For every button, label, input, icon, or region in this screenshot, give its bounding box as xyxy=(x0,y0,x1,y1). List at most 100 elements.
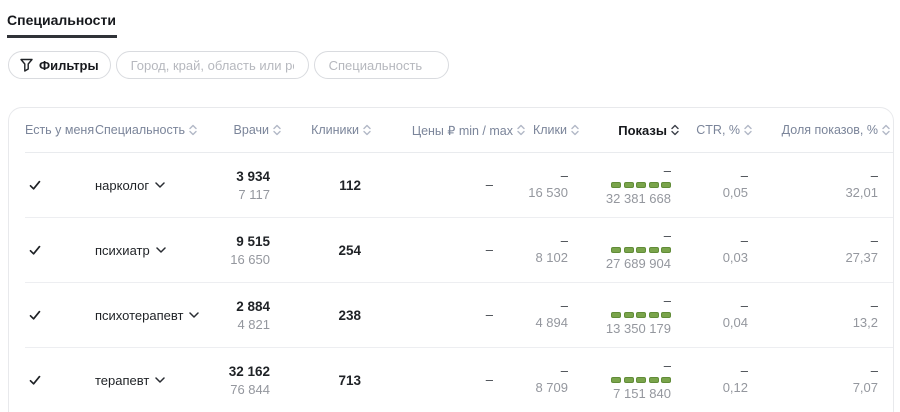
specialty-cell[interactable]: психотерапевт xyxy=(95,308,221,323)
have-cell[interactable] xyxy=(25,309,95,321)
filters-button-label: Фильтры xyxy=(39,58,99,73)
specialty-cell[interactable]: психиатр xyxy=(95,243,221,258)
check-icon xyxy=(29,374,41,386)
sort-chevrons-icon[interactable] xyxy=(743,123,753,137)
chevron-down-icon xyxy=(155,182,165,188)
ctr-total: 0,04 xyxy=(680,314,748,332)
impressions-total: 13 350 179 xyxy=(580,320,671,338)
column-header-price[interactable]: Цены ₽ min / max xyxy=(372,123,526,138)
specialty-cell[interactable]: нарколог xyxy=(95,178,221,193)
ctr-current: – xyxy=(680,298,748,314)
ctr-current: – xyxy=(680,233,748,249)
doctors-cell: 32 162 76 844 xyxy=(221,362,282,399)
sort-chevrons-icon[interactable] xyxy=(272,123,282,137)
price-cell: – xyxy=(372,372,526,388)
sort-chevrons-icon[interactable] xyxy=(570,123,580,137)
sort-chevrons-icon[interactable] xyxy=(516,123,526,137)
clicks-cell: – 8 709 xyxy=(526,363,580,397)
table-row: нарколог 3 934 7 117 112 – – 16 530 – 32… xyxy=(25,153,893,218)
check-icon xyxy=(29,244,41,256)
have-cell[interactable] xyxy=(25,179,95,191)
impressions-current: – xyxy=(580,163,671,179)
impressions-bars xyxy=(580,182,671,188)
impressions-current: – xyxy=(580,293,671,309)
impressions-cell: – 27 689 904 xyxy=(580,228,680,273)
column-header-have: Есть у меня xyxy=(25,123,95,137)
check-icon xyxy=(29,179,41,191)
specialty-input[interactable] xyxy=(314,51,449,79)
share-current: – xyxy=(753,233,878,249)
impressions-cell: – 32 381 668 xyxy=(580,163,680,208)
ctr-total: 0,03 xyxy=(680,249,748,267)
clicks-current: – xyxy=(526,363,568,379)
clicks-total: 16 530 xyxy=(526,184,568,202)
doctors-total: 76 844 xyxy=(221,381,270,399)
doctors-total: 7 117 xyxy=(221,186,270,204)
doctors-cell: 2 884 4 821 xyxy=(221,297,282,334)
share-total: 13,2 xyxy=(753,314,878,332)
column-header-doctors[interactable]: Врачи xyxy=(221,123,282,137)
price-value: – xyxy=(372,307,493,323)
table-row: терапевт 32 162 76 844 713 – – 8 709 – 7… xyxy=(25,348,893,412)
tab-specialties[interactable]: Специальности xyxy=(7,12,117,38)
sort-chevrons-icon[interactable] xyxy=(188,123,198,137)
ctr-cell: – 0,12 xyxy=(680,363,753,397)
clinics-value: 238 xyxy=(282,306,361,325)
funnel-icon xyxy=(20,58,33,72)
price-cell: – xyxy=(372,242,526,258)
doctors-current: 32 162 xyxy=(221,362,270,381)
column-header-impressions[interactable]: Показы xyxy=(580,123,680,138)
clinics-cell: 713 xyxy=(282,371,372,390)
share-cell: – 32,01 xyxy=(753,168,891,202)
price-value: – xyxy=(372,372,493,388)
clinics-cell: 254 xyxy=(282,241,372,260)
specialty-label: терапевт xyxy=(95,373,149,388)
sort-chevrons-icon[interactable] xyxy=(670,123,680,137)
doctors-current: 9 515 xyxy=(221,232,270,251)
ctr-current: – xyxy=(680,363,748,379)
specialty-label: психиатр xyxy=(95,243,150,258)
column-header-clinics[interactable]: Клиники xyxy=(282,123,372,137)
ctr-cell: – 0,03 xyxy=(680,233,753,267)
filter-row: Фильтры xyxy=(8,51,900,79)
sort-chevrons-icon[interactable] xyxy=(362,123,372,137)
impressions-bars xyxy=(580,377,671,383)
impressions-current: – xyxy=(580,358,671,374)
doctors-total: 4 821 xyxy=(221,316,270,334)
clicks-total: 8 102 xyxy=(526,249,568,267)
table-row: психотерапевт 2 884 4 821 238 – – 4 894 … xyxy=(25,283,893,348)
specialty-label: психотерапевт xyxy=(95,308,183,323)
share-current: – xyxy=(753,168,878,184)
share-total: 7,07 xyxy=(753,379,878,397)
column-header-clicks[interactable]: Клики xyxy=(526,123,580,137)
price-cell: – xyxy=(372,307,526,323)
clicks-total: 4 894 xyxy=(526,314,568,332)
sort-chevrons-icon[interactable] xyxy=(881,123,891,137)
doctors-total: 16 650 xyxy=(221,251,270,269)
specialty-cell[interactable]: терапевт xyxy=(95,373,221,388)
filters-button[interactable]: Фильтры xyxy=(8,51,111,79)
price-value: – xyxy=(372,242,493,258)
doctors-current: 2 884 xyxy=(221,297,270,316)
region-input[interactable] xyxy=(116,51,309,79)
specialties-table-card: Есть у меня Специальность Врачи Клиники … xyxy=(8,107,894,412)
have-cell[interactable] xyxy=(25,374,95,386)
clicks-cell: – 16 530 xyxy=(526,168,580,202)
have-cell[interactable] xyxy=(25,244,95,256)
price-value: – xyxy=(372,177,493,193)
impressions-current: – xyxy=(580,228,671,244)
doctors-cell: 3 934 7 117 xyxy=(221,167,282,204)
clicks-current: – xyxy=(526,233,568,249)
column-header-ctr[interactable]: CTR, % xyxy=(680,123,753,137)
column-header-share[interactable]: Доля показов, % xyxy=(753,123,891,137)
column-header-specialty[interactable]: Специальность xyxy=(95,123,221,137)
clinics-value: 713 xyxy=(282,371,361,390)
clicks-cell: – 4 894 xyxy=(526,298,580,332)
ctr-total: 0,12 xyxy=(680,379,748,397)
impressions-bars xyxy=(580,247,671,253)
share-total: 32,01 xyxy=(753,184,878,202)
impressions-bars xyxy=(580,312,671,318)
share-current: – xyxy=(753,363,878,379)
share-cell: – 13,2 xyxy=(753,298,891,332)
page: Специальности Фильтры Есть у меня Специа… xyxy=(0,0,900,412)
